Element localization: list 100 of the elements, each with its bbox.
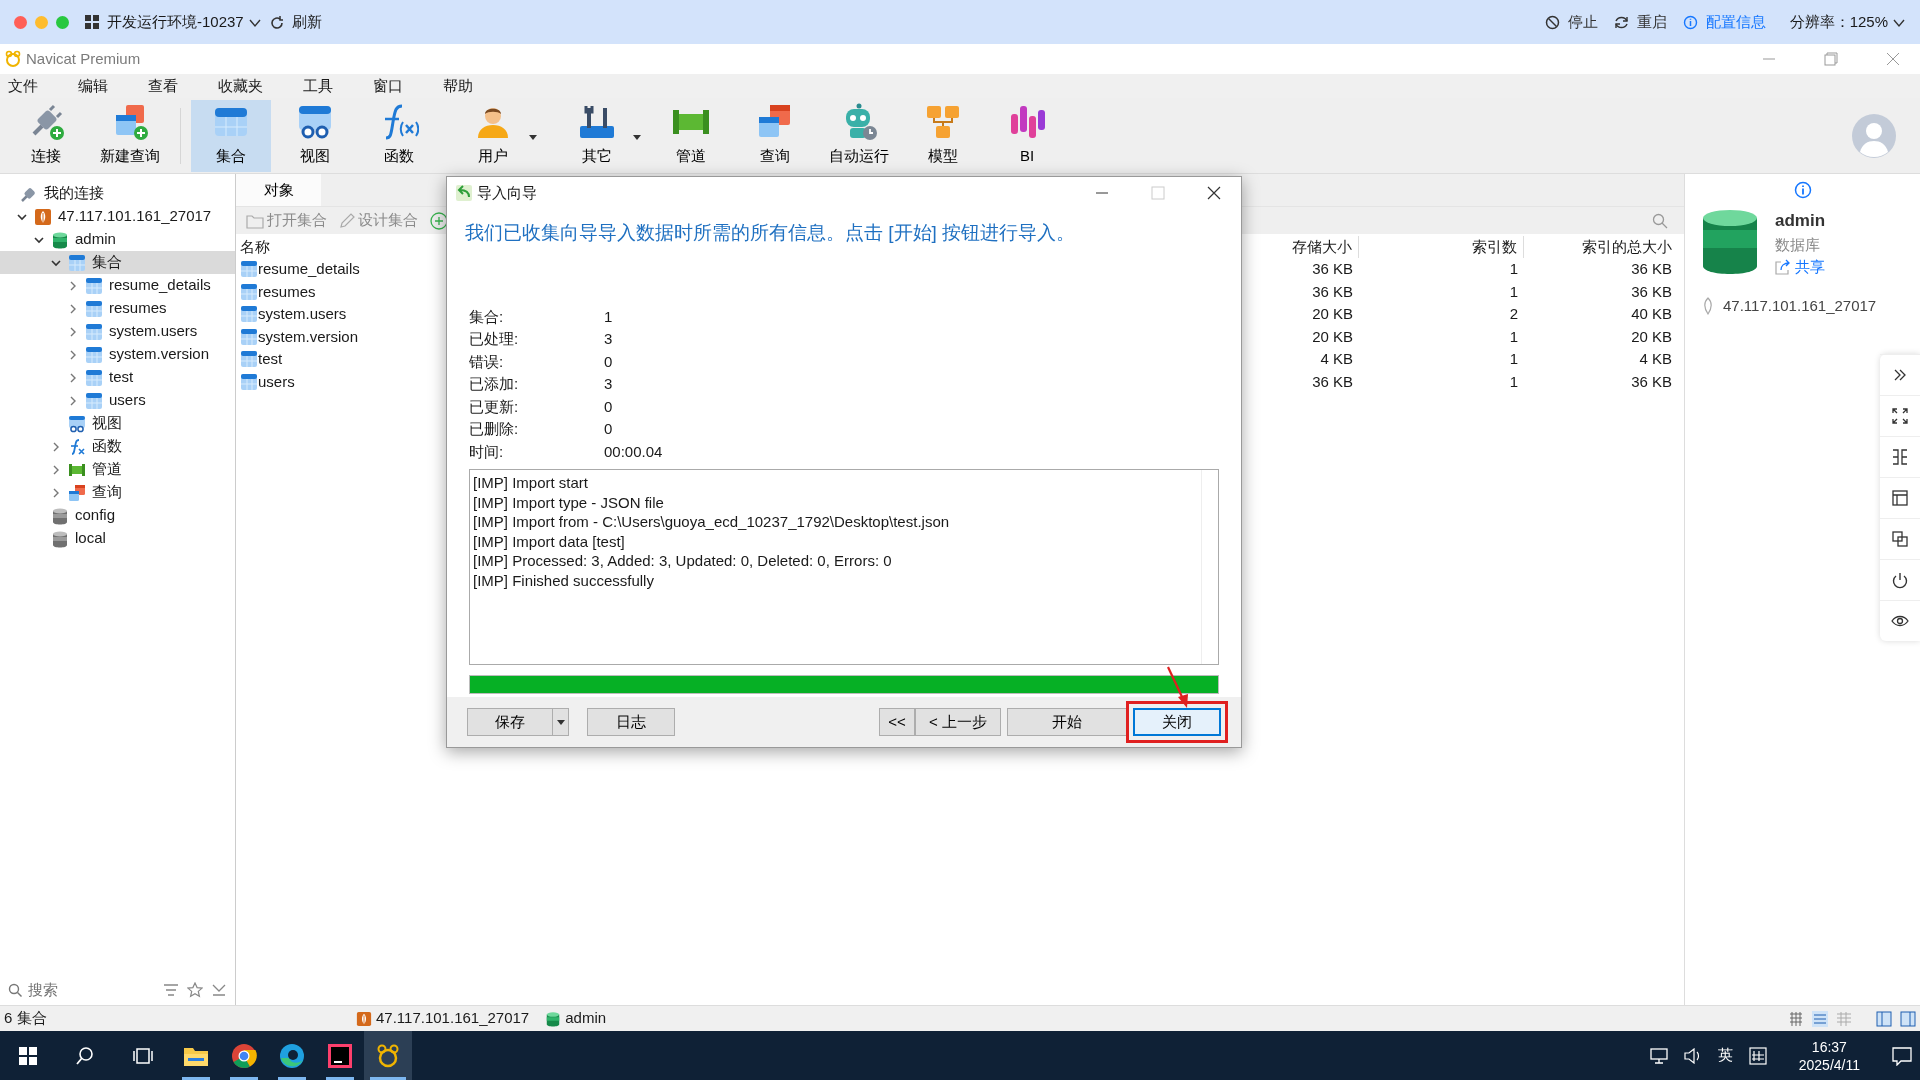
- tree-item[interactable]: 函数: [0, 435, 235, 458]
- detail-view-icon: [1836, 1010, 1852, 1027]
- tab[interactable]: 对象: [236, 174, 321, 206]
- menu-item[interactable]: 窗口: [365, 74, 413, 98]
- notification-icon: [1892, 1045, 1912, 1066]
- toolbar-button[interactable]: 新建查询: [90, 99, 170, 172]
- toolbar-button[interactable]: 其它: [557, 99, 637, 172]
- toolbar-button[interactable]: 函数: [359, 99, 439, 172]
- table-cell-text: system.users: [258, 304, 347, 324]
- collection-icon: [85, 368, 103, 387]
- log-line: [IMP] Finished successfully: [473, 570, 654, 590]
- stat-value: 0: [604, 396, 613, 417]
- minimize-dot[interactable]: [35, 15, 48, 29]
- close-dot[interactable]: [14, 15, 27, 29]
- tree-item[interactable]: test: [0, 366, 235, 389]
- taskbar-app[interactable]: [364, 1031, 412, 1080]
- view-icon: [68, 414, 86, 433]
- tree-item[interactable]: system.version: [0, 343, 235, 366]
- tree-item[interactable]: users: [0, 389, 235, 412]
- save-button[interactable]: 保存: [467, 708, 553, 736]
- table-cell-text: 4 KB: [1638, 349, 1673, 369]
- tree-item[interactable]: local: [0, 527, 235, 550]
- volume-icon: [1683, 1047, 1702, 1064]
- collection-icon: [85, 299, 103, 318]
- right-panel-icon: [1900, 1010, 1916, 1027]
- collection-icon: [240, 305, 258, 324]
- split-icon[interactable]: [1891, 448, 1909, 466]
- tree-item[interactable]: 管道: [0, 458, 235, 481]
- save-dropdown-button[interactable]: [553, 708, 569, 736]
- toolbar-button[interactable]: 连接: [6, 99, 86, 172]
- power-icon[interactable]: [1891, 571, 1909, 589]
- menu-item[interactable]: 收藏夹: [210, 74, 273, 98]
- dialog-button[interactable]: 日志: [587, 708, 675, 736]
- app-logo-icon: [4, 50, 22, 68]
- search-field[interactable]: 搜索: [26, 977, 126, 1003]
- log-line: [IMP] Processed: 3, Added: 3, Updated: 0, Deleted: 0, Errors: 0: [473, 551, 892, 571]
- table-cell-text: 1: [1508, 349, 1519, 369]
- stat-value: 1: [604, 306, 613, 327]
- zoom-dot[interactable]: [56, 15, 69, 29]
- dialog-title: 导入向导: [477, 182, 537, 203]
- search-icon[interactable]: [75, 1045, 95, 1066]
- stat-value: 00:00.04: [604, 441, 663, 462]
- table-cell-text: 4 KB: [1319, 349, 1354, 369]
- toolbar-button[interactable]: BI: [987, 99, 1067, 172]
- toolbar-button[interactable]: 模型: [903, 99, 983, 172]
- column-header[interactable]: 索引数: [1359, 235, 1524, 258]
- toolbar-button[interactable]: 用户: [453, 99, 533, 172]
- refresh-link[interactable]: 刷新: [291, 10, 322, 34]
- menu-item[interactable]: 帮助: [435, 74, 483, 98]
- tree-item[interactable]: config: [0, 504, 235, 527]
- fullscreen-icon[interactable]: [1891, 407, 1909, 425]
- tree-item[interactable]: 视图: [0, 412, 235, 435]
- column-header[interactable]: 索引的总大小: [1524, 235, 1684, 258]
- database-icon: [1701, 208, 1759, 276]
- tree-item[interactable]: admin: [0, 228, 235, 251]
- menu-item[interactable]: 工具: [295, 74, 343, 98]
- layout-icon[interactable]: [1891, 489, 1909, 507]
- collection-icon: [68, 253, 86, 272]
- browser-icon: [279, 1042, 305, 1069]
- task-view-icon[interactable]: [133, 1045, 153, 1066]
- copy-icon[interactable]: [1891, 530, 1909, 548]
- table-cell-text: 1: [1508, 259, 1519, 279]
- tree-item[interactable]: 集合: [0, 251, 235, 274]
- tree-item[interactable]: resumes: [0, 297, 235, 320]
- dialog-button[interactable]: < 上一步: [915, 708, 1001, 736]
- toolbar-button[interactable]: 查询: [735, 99, 815, 172]
- stat-value: 0: [604, 419, 613, 439]
- share-link[interactable]: 共享: [1795, 256, 1825, 279]
- environment-name[interactable]: 开发运行环境-10237: [107, 10, 244, 34]
- dialog-button[interactable]: 开始: [1007, 708, 1127, 736]
- menu-item[interactable]: 文件: [0, 74, 48, 98]
- toolbar-button[interactable]: 集合: [191, 99, 271, 172]
- log-output[interactable]: [469, 469, 1219, 665]
- clock-date[interactable]: 2025/4/11: [1798, 1055, 1860, 1074]
- menu-item[interactable]: 查看: [140, 74, 188, 98]
- stop-link[interactable]: 停止: [1567, 10, 1598, 34]
- collection-icon: [240, 327, 258, 346]
- close-icon: [1886, 52, 1900, 66]
- clock-time[interactable]: 16:37: [1798, 1037, 1860, 1056]
- stat-label: 时间:: [469, 442, 504, 460]
- stat-value: 3: [604, 374, 613, 394]
- input-language[interactable]: 英: [1717, 1044, 1733, 1067]
- table-cell-text: system.version: [258, 326, 359, 347]
- resolution-dropdown[interactable]: 分辨率：125%: [1789, 10, 1888, 34]
- list-view-icon: [1812, 1010, 1828, 1027]
- tree-item[interactable]: resume_details: [0, 274, 235, 297]
- table-cell-text: 1: [1508, 281, 1519, 302]
- tree-item[interactable]: 查询: [0, 481, 235, 504]
- tree-item[interactable]: system.users: [0, 320, 235, 343]
- tree-item[interactable]: 47.117.101.161_27017: [0, 205, 235, 228]
- close-icon[interactable]: [1207, 186, 1221, 200]
- dialog-heading: 我们已收集向导导入数据时所需的所有信息。点击 [开始] 按钮进行导入。: [464, 221, 1077, 245]
- toolbar-button[interactable]: 管道: [651, 99, 731, 172]
- dialog-button[interactable]: <<: [879, 708, 915, 736]
- table-cell-text: 36 KB: [1630, 371, 1673, 392]
- table-cell-text: 40 KB: [1630, 304, 1673, 324]
- menu-item[interactable]: 编辑: [70, 74, 118, 98]
- restart-link[interactable]: 重启: [1636, 10, 1667, 34]
- toolbar-button[interactable]: 自动运行: [819, 99, 899, 172]
- toolbar-button[interactable]: 视图: [275, 99, 355, 172]
